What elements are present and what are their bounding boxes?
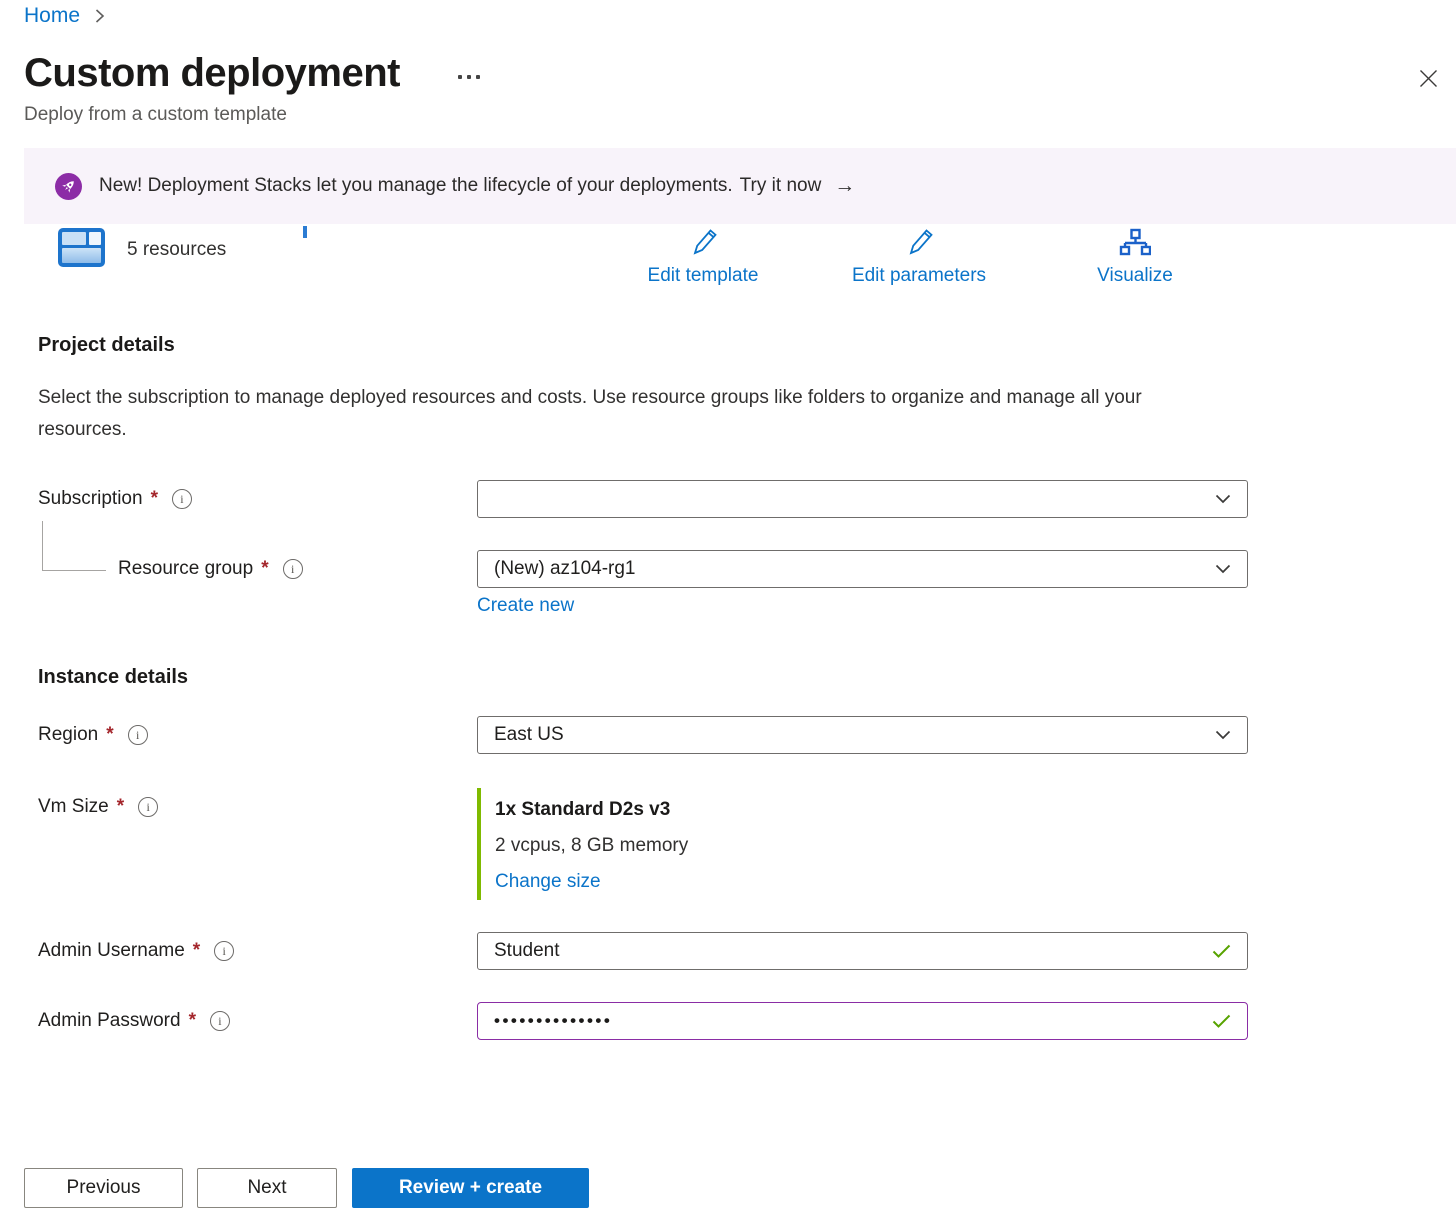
vm-size-label: Vm Size *: [38, 788, 158, 826]
previous-button[interactable]: Previous: [24, 1168, 183, 1208]
custom-deployment-blade: Home Custom deployment Deploy from a cus…: [0, 0, 1456, 1219]
info-icon[interactable]: [138, 797, 158, 817]
resource-group-value: (New) az104-rg1: [494, 558, 636, 580]
subscription-label: Subscription *: [38, 480, 192, 518]
edit-template-button[interactable]: Edit template: [623, 228, 783, 287]
banner-message: New! Deployment Stacks let you manage th…: [99, 175, 733, 197]
label-text: Region: [38, 724, 98, 746]
admin-password-input[interactable]: ••••••••••••••: [477, 1002, 1248, 1040]
label-text: Admin Username: [38, 940, 185, 962]
more-options-icon[interactable]: [454, 71, 484, 83]
info-icon[interactable]: [283, 559, 303, 579]
arrow-right-icon[interactable]: →: [834, 174, 855, 198]
vm-size-selected: 1x Standard D2s v3: [495, 792, 688, 828]
resource-count: 5 resources: [127, 239, 226, 261]
change-size-link[interactable]: Change size: [495, 864, 601, 900]
valid-check-icon: [1212, 944, 1231, 959]
review-create-button[interactable]: Review + create: [352, 1168, 589, 1208]
pencil-icon: [686, 228, 720, 261]
admin-username-label: Admin Username *: [38, 932, 234, 970]
deployment-stacks-banner: New! Deployment Stacks let you manage th…: [24, 148, 1456, 224]
toolbar-item-label: Edit template: [648, 265, 759, 287]
subscription-dropdown[interactable]: [477, 480, 1248, 518]
chevron-down-icon: [1215, 730, 1231, 740]
template-icon: [58, 228, 105, 267]
info-icon[interactable]: [214, 941, 234, 961]
project-details-description: Select the subscription to manage deploy…: [38, 382, 1208, 446]
info-icon[interactable]: [128, 725, 148, 745]
org-chart-icon: [1119, 228, 1151, 261]
required-asterisk: *: [151, 488, 158, 510]
close-icon[interactable]: [1412, 62, 1444, 94]
vm-size-specs: 2 vcpus, 8 GB memory: [495, 828, 688, 864]
chevron-down-icon: [1215, 494, 1231, 504]
create-new-link[interactable]: Create new: [477, 595, 574, 617]
region-value: East US: [494, 724, 564, 746]
admin-username-input[interactable]: Student: [477, 932, 1248, 970]
required-asterisk: *: [189, 1010, 196, 1032]
admin-password-label: Admin Password *: [38, 1002, 230, 1040]
next-button[interactable]: Next: [197, 1168, 337, 1208]
clipped-element-artifact: [303, 226, 307, 238]
page-title: Custom deployment: [24, 50, 400, 96]
toolbar-item-label: Edit parameters: [852, 265, 986, 287]
region-dropdown[interactable]: East US: [477, 716, 1248, 754]
instance-details-heading: Instance details: [38, 666, 188, 689]
chevron-down-icon: [1215, 564, 1231, 574]
label-text: Admin Password: [38, 1010, 181, 1032]
edit-parameters-button[interactable]: Edit parameters: [839, 228, 999, 287]
region-label: Region *: [38, 716, 148, 754]
valid-check-icon: [1212, 1014, 1231, 1029]
required-asterisk: *: [117, 796, 124, 818]
project-details-heading: Project details: [38, 334, 175, 357]
breadcrumb: Home: [24, 4, 105, 28]
breadcrumb-home-link[interactable]: Home: [24, 4, 80, 28]
admin-username-value: Student: [494, 940, 560, 962]
pencil-icon: [902, 228, 936, 261]
hierarchy-connector: [42, 521, 106, 571]
info-icon[interactable]: [172, 489, 192, 509]
page-subtitle: Deploy from a custom template: [24, 104, 287, 126]
vm-size-summary: 1x Standard D2s v3 2 vcpus, 8 GB memory …: [477, 788, 688, 900]
info-icon[interactable]: [210, 1011, 230, 1031]
banner-try-it-now-link[interactable]: Try it now: [740, 175, 822, 197]
visualize-button[interactable]: Visualize: [1055, 228, 1215, 287]
label-text: Subscription: [38, 488, 143, 510]
toolbar-item-label: Visualize: [1097, 265, 1173, 287]
breadcrumb-chevron-icon: [94, 8, 105, 24]
rocket-icon: [55, 173, 82, 200]
admin-password-value: ••••••••••••••: [494, 1011, 612, 1031]
label-text: Vm Size: [38, 796, 109, 818]
label-text: Resource group: [118, 558, 253, 580]
resource-group-dropdown[interactable]: (New) az104-rg1: [477, 550, 1248, 588]
required-asterisk: *: [261, 558, 268, 580]
required-asterisk: *: [106, 724, 113, 746]
required-asterisk: *: [193, 940, 200, 962]
resource-group-label: Resource group *: [118, 550, 303, 588]
